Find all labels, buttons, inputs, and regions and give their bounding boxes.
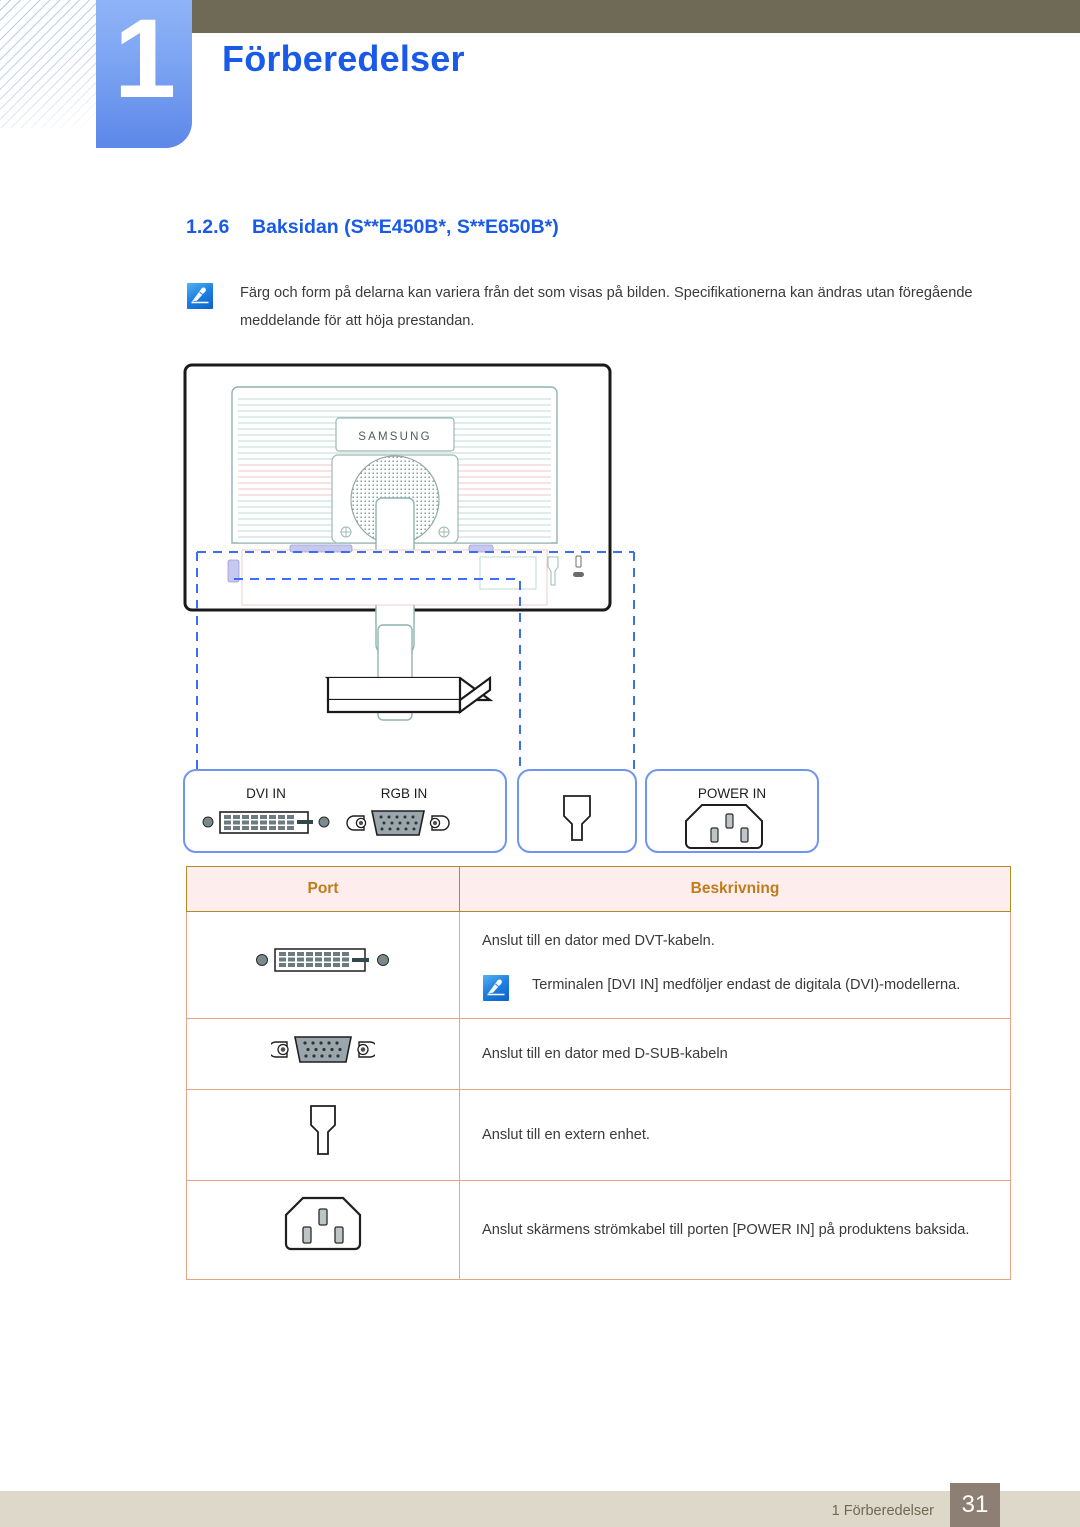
port-cell — [186, 1018, 460, 1090]
monitor-stand — [324, 610, 494, 721]
callout-label-dvi: DVI IN — [246, 786, 286, 801]
description-text: Anslut till en extern enhet. — [482, 1126, 650, 1143]
port-cell — [186, 911, 460, 1019]
monitor-io-bay — [227, 544, 584, 606]
note-pen-icon — [186, 282, 214, 310]
chapter-title: Förberedelser — [222, 38, 465, 79]
table-header-row: Port Beskrivning — [186, 866, 1011, 912]
table-row: Anslut till en dator med DVT-kabeln. Ter… — [186, 911, 1011, 1019]
note-block: Färg och form på delarna kan variera frå… — [186, 279, 1001, 335]
callout-label-power: POWER IN — [698, 786, 766, 801]
external-device-port-icon — [310, 1105, 336, 1155]
dvi-port-icon — [256, 948, 389, 972]
description-text: Anslut till en dator med D-SUB-kabeln — [482, 1045, 728, 1062]
brand-logo-text: SAMSUNG — [358, 431, 432, 443]
port-cell — [186, 1089, 460, 1181]
section-title: Baksidan (S**E450B*, S**E650B*) — [252, 216, 559, 238]
description-cell: Anslut till en dator med D-SUB-kabeln — [459, 1018, 1011, 1090]
description-cell: Anslut till en extern enhet. — [459, 1089, 1011, 1181]
monitor-rear-illustration: SAMSUNG DVI IN RGB IN POWER IN — [180, 360, 1020, 855]
callout-video: DVI IN RGB IN — [183, 769, 507, 853]
table-row: Anslut till en dator med D-SUB-kabeln — [186, 1018, 1011, 1090]
description-cell: Anslut till en dator med DVT-kabeln. Ter… — [459, 911, 1011, 1019]
sub-note-text: Terminalen [DVI IN] medföljer endast de … — [532, 977, 961, 993]
table-row: Anslut till en extern enhet. — [186, 1089, 1011, 1181]
column-header-description: Beskrivning — [459, 866, 1011, 912]
port-cell — [186, 1180, 460, 1280]
page-number-badge: 31 — [950, 1483, 1000, 1527]
sub-note-block: Terminalen [DVI IN] medföljer endast de … — [482, 973, 992, 1002]
vga-dsub-port-icon — [267, 1036, 379, 1063]
note-pen-icon — [482, 974, 510, 1002]
section-number: 1.2.6 — [186, 216, 230, 238]
table-row: Anslut skärmens strömkabel till porten [… — [186, 1180, 1011, 1280]
footer-chapter-label: 1 Förberedelser — [831, 1503, 934, 1519]
port-description-table: Port Beskrivning Anslut till en dator me… — [186, 866, 1011, 1280]
power-in-port-icon — [685, 804, 763, 849]
callout-label-rgb: RGB IN — [381, 786, 428, 801]
callout-external — [517, 769, 637, 853]
power-in-port-icon — [284, 1196, 362, 1251]
chapter-number: 1 — [96, 0, 192, 148]
description-text: Anslut skärmens strömkabel till porten [… — [482, 1221, 970, 1238]
chapter-header-bar — [190, 0, 1080, 33]
callout-power: POWER IN — [645, 769, 819, 853]
description-cell: Anslut skärmens strömkabel till porten [… — [459, 1180, 1011, 1280]
column-header-port: Port — [186, 866, 460, 912]
note-text: Färg och form på delarna kan variera frå… — [240, 285, 973, 329]
description-text: Anslut till en dator med DVT-kabeln. — [482, 933, 715, 949]
section-heading: 1.2.6 Baksidan (S**E450B*, S**E650B*) — [186, 216, 559, 239]
